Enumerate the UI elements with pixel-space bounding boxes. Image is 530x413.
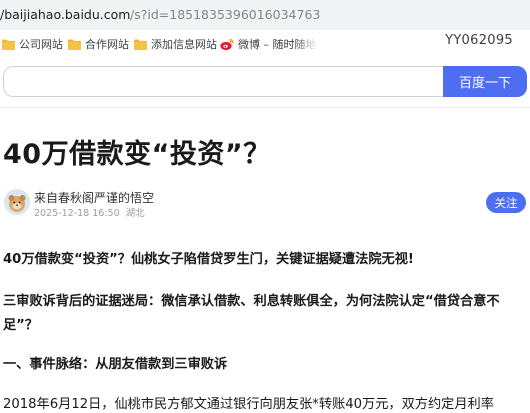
bookmark-item[interactable]: 公司网站 (2, 35, 63, 53)
bookmark-label: 添加信息网站 (151, 38, 217, 51)
bookmark-item[interactable]: 添加信息网站 (134, 35, 217, 53)
bookmark-label: 微博 – 随时随地 (238, 38, 317, 51)
article-meta: 2025-12-18 16:50 湖北 (34, 205, 151, 219)
address-bar[interactable]: /baijiahao.baidu.com /s?id=1851835396016… (0, 0, 530, 30)
bookmark-label: 公司网站 (19, 38, 63, 51)
publish-date: 2025-12-18 16:50 (34, 208, 120, 219)
url-path: /s?id=1851835396016034763 (130, 7, 321, 22)
search-input[interactable] (3, 66, 445, 97)
article-title: 40万借款变“投资”？ (3, 139, 271, 170)
bookmark-label: 合作网站 (85, 38, 129, 51)
bookmark-item[interactable]: 合作网站 (68, 35, 129, 53)
url-host: /baijiahao.baidu.com (0, 7, 131, 22)
search-bar: 百度一下 (0, 58, 530, 106)
article-lead: 40万借款变“投资”？仙桃女子陷借贷罗生门，关键证据疑遭法院无视! (3, 252, 414, 267)
bookmark-item[interactable]: 微博 – 随时随地 (220, 35, 318, 53)
avatar[interactable] (4, 189, 30, 215)
weibo-icon (220, 38, 234, 51)
divider (0, 107, 530, 108)
article-subtitle: 三审败诉背后的证据迷局：微信承认借款、利息转账俱全，为何法院认定“借贷合意不足”… (3, 294, 500, 333)
section-heading: 一、事件脉络：从朋友借款到三审败诉 (3, 357, 228, 372)
search-button[interactable]: 百度一下 (443, 66, 527, 97)
author-name[interactable]: 来自春秋阁严谨的悟空 (34, 189, 154, 206)
follow-button[interactable]: 关注 (486, 192, 526, 213)
folder-icon (2, 39, 15, 50)
user-id[interactable]: YY062095 (445, 33, 513, 48)
article-paragraph: 2018年6月12日，仙桃市民方郁文通过银行向朋友张*转账40万元，双方约定月利… (3, 397, 494, 412)
location: 湖北 (125, 208, 145, 219)
folder-icon (68, 39, 81, 50)
folder-icon (134, 39, 147, 50)
